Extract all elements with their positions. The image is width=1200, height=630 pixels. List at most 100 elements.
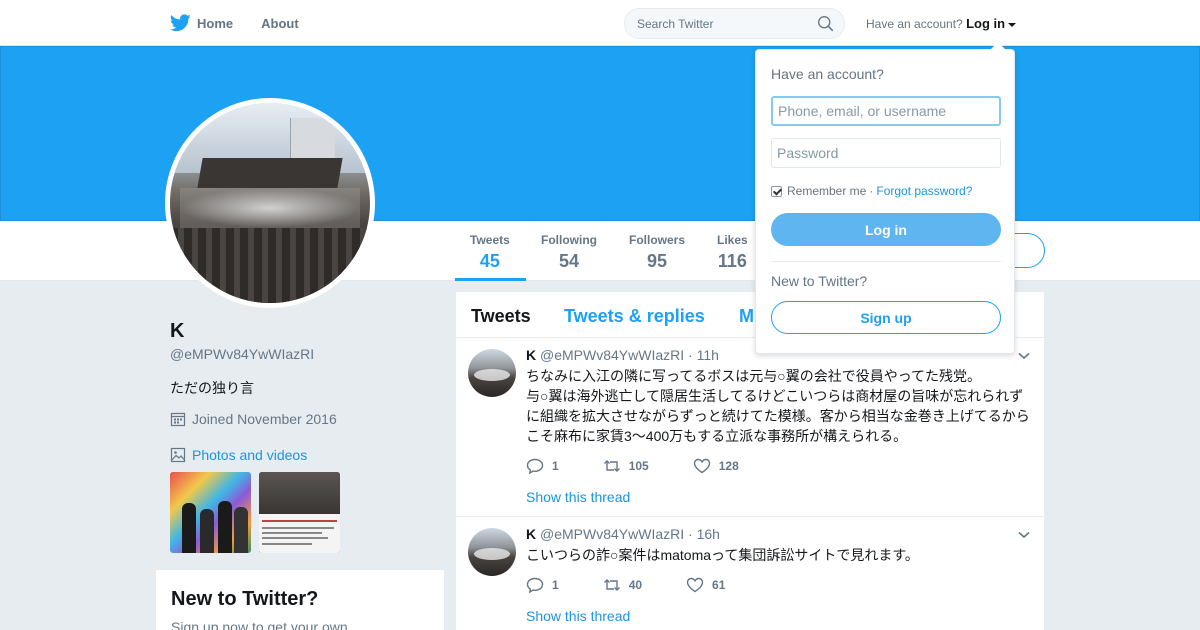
tweet-author-handle[interactable]: @eMPWv84YwWIazRI: [540, 347, 684, 363]
stat-likes-value: 116: [717, 251, 747, 271]
nav-home-link[interactable]: Home: [170, 14, 233, 32]
profile-joined: Joined November 2016: [170, 411, 337, 427]
stat-likes[interactable]: Likes 116: [717, 233, 748, 272]
tweet-actions: 1 40 61: [526, 577, 769, 593]
stat-tweets-label: Tweets: [470, 233, 510, 247]
profile-avatar[interactable]: [165, 98, 375, 308]
heart-icon: [693, 458, 710, 474]
tab-media[interactable]: M: [739, 306, 754, 327]
reply-icon: [526, 577, 544, 593]
tweet-author-name[interactable]: K: [526, 347, 536, 363]
chevron-down-icon[interactable]: [1018, 531, 1030, 539]
login-button[interactable]: Log in: [771, 213, 1001, 246]
heart-icon: [686, 577, 704, 593]
tweet[interactable]: K @eMPWv84YwWIazRI · 11h ちなみに入江の隣に写ってるボス…: [456, 338, 1044, 517]
login-dropdown: Have an account? Remember me · Forgot pa…: [755, 42, 1015, 354]
photos-videos-label: Photos and videos: [192, 447, 308, 463]
like-button[interactable]: 128: [693, 458, 739, 474]
tweet[interactable]: K @eMPWv84YwWIazRI · 16h こいつらの詐○案件はmatom…: [456, 517, 1044, 630]
divider: [771, 261, 1001, 262]
username-field[interactable]: [771, 96, 1001, 126]
forgot-password-link[interactable]: Forgot password?: [876, 184, 972, 198]
tweet-text-line: ちなみに入江の隣に写ってるボスは元与○翼の会社で役員やってた残党。: [526, 368, 982, 384]
stat-tweets[interactable]: Tweets 45: [470, 233, 510, 272]
show-thread-link[interactable]: Show this thread: [526, 608, 630, 624]
tweet-avatar[interactable]: [468, 349, 516, 397]
stat-following[interactable]: Following 54: [541, 233, 597, 272]
retweet-count: 40: [628, 578, 643, 592]
new-card-text: Sign up now to get your own: [171, 619, 348, 630]
tweet-text-line: 与○翼は海外逃亡して隠居生活してるけどこいつらは商材屋の旨味が忘れられず: [526, 388, 1024, 404]
tab-tweets[interactable]: Tweets: [471, 306, 531, 327]
password-field[interactable]: [771, 138, 1001, 168]
like-count: 128: [718, 459, 739, 473]
new-card-title: New to Twitter?: [171, 588, 319, 610]
new-to-twitter-text: New to Twitter?: [771, 273, 868, 289]
like-count: 61: [712, 578, 726, 592]
tweet-author-handle[interactable]: @eMPWv84YwWIazRI: [540, 526, 684, 542]
tweet-header: K @eMPWv84YwWIazRI · 16h: [526, 526, 720, 542]
search-input[interactable]: [625, 9, 805, 38]
reply-count: 1: [552, 459, 559, 473]
photos-videos-link[interactable]: Photos and videos: [170, 447, 307, 463]
remember-me-row: Remember me · Forgot password?: [771, 184, 972, 198]
new-to-twitter-card: New to Twitter? Sign up now to get your …: [156, 570, 444, 630]
twitter-bird-icon: [170, 14, 191, 32]
login-toggle-label[interactable]: Log in: [966, 16, 1005, 31]
reply-button[interactable]: 1: [526, 577, 559, 593]
avatar-photo: [170, 103, 370, 303]
tweet-text-line: に組織を拡大させながらずっと続けてた模様。客から相当な金巻き上げてるから: [526, 408, 1030, 424]
dropdown-arrow: [990, 42, 1006, 50]
nav-about-link[interactable]: About: [261, 16, 299, 31]
tweet-timestamp[interactable]: · 16h: [688, 526, 720, 542]
calendar-icon: [170, 412, 186, 427]
tweet-avatar[interactable]: [468, 528, 516, 576]
stat-likes-label: Likes: [717, 233, 748, 247]
retweet-icon: [603, 460, 620, 472]
like-button[interactable]: 61: [686, 577, 725, 593]
stat-tweets-value: 45: [479, 251, 500, 271]
retweet-button[interactable]: 105: [603, 458, 649, 474]
retweet-count: 105: [628, 459, 649, 473]
tweet-text-line: こそ麻布に家賃3〜400万もする立派な事務所が構えられる。: [526, 428, 908, 444]
stat-followers[interactable]: Followers 95: [629, 233, 685, 272]
reply-count: 1: [552, 578, 559, 592]
login-toggle[interactable]: Have an account? Log in: [866, 16, 1017, 31]
retweet-icon: [603, 579, 620, 591]
stat-followers-value: 95: [646, 251, 668, 271]
profile-handle[interactable]: @eMPWv84YwWIazRI: [170, 346, 314, 362]
retweet-button[interactable]: 40: [603, 577, 642, 593]
tweet-text: ちなみに入江の隣に写ってるボスは元与○翼の会社で役員やってた残党。 与○翼は海外…: [526, 366, 1034, 446]
nav-home-label: Home: [197, 15, 234, 31]
stat-following-label: Following: [541, 233, 597, 247]
search-box: [624, 8, 845, 39]
have-account-text: Have an account?: [866, 17, 963, 31]
stat-followers-label: Followers: [629, 233, 686, 247]
login-dropdown-title: Have an account?: [771, 66, 884, 82]
tab-tweets-replies[interactable]: Tweets & replies: [564, 306, 705, 327]
reply-icon: [526, 458, 544, 474]
media-thumbnail[interactable]: [170, 472, 251, 553]
stat-following-value: 54: [558, 251, 580, 271]
tweet-header: K @eMPWv84YwWIazRI · 11h: [526, 347, 719, 363]
profile-name[interactable]: K: [170, 320, 184, 343]
tweet-timestamp[interactable]: · 11h: [688, 347, 719, 363]
tweet-text-line: こいつらの詐○案件はmatomaって集団訴訟サイトで見れます。: [526, 547, 919, 563]
chevron-down-icon[interactable]: [1018, 352, 1030, 360]
active-stat-underline: [455, 278, 526, 281]
caret-down-icon: [1008, 22, 1017, 27]
signup-button[interactable]: Sign up: [771, 301, 1001, 334]
remember-me-checkbox[interactable]: [771, 185, 782, 197]
joined-text: Joined November 2016: [192, 411, 337, 427]
remember-me-label[interactable]: Remember me: [787, 184, 866, 198]
media-thumbnail[interactable]: [259, 472, 340, 553]
show-thread-link[interactable]: Show this thread: [526, 489, 630, 505]
search-icon[interactable]: [817, 15, 834, 32]
profile-bio: ただの独り言: [170, 380, 254, 396]
tweet-author-name[interactable]: K: [526, 526, 536, 542]
image-icon: [170, 447, 186, 463]
tweet-actions: 1 105 128: [526, 458, 783, 474]
tweet-text: こいつらの詐○案件はmatomaって集団訴訟サイトで見れます。: [526, 545, 1034, 565]
reply-button[interactable]: 1: [526, 458, 559, 474]
nav-left: Home About: [170, 0, 327, 46]
